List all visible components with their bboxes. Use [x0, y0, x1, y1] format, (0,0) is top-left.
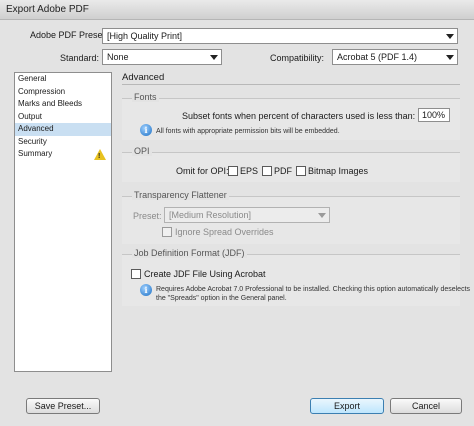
- sidebar-list: General Compression Marks and Bleeds Out…: [14, 72, 112, 372]
- info-icon: i: [140, 124, 152, 136]
- ignore-spread-overrides-checkbox[interactable]: [162, 227, 172, 237]
- opi-group-title: OPI: [132, 146, 152, 156]
- compatibility-dropdown[interactable]: Acrobat 5 (PDF 1.4): [332, 49, 458, 65]
- sidebar-item-advanced[interactable]: Advanced: [15, 123, 111, 136]
- sidebar-item-output[interactable]: Output: [15, 111, 111, 124]
- standard-label: Standard:: [60, 53, 100, 63]
- export-button[interactable]: Export: [310, 398, 384, 414]
- sidebar-item-label: Advanced: [18, 124, 54, 133]
- sidebar-item-label: General: [18, 74, 47, 83]
- create-jdf-label: Create JDF File Using Acrobat: [144, 269, 266, 279]
- warning-icon: !: [94, 149, 106, 160]
- ignore-spread-overrides-label: Ignore Spread Overrides: [175, 227, 274, 237]
- flattener-preset-label: Preset:: [133, 211, 162, 221]
- chevron-down-icon: [318, 213, 326, 218]
- eps-label: EPS: [240, 166, 259, 176]
- panel-title: Advanced: [122, 72, 165, 83]
- sidebar-item-label: Compression: [18, 86, 66, 96]
- bitmap-images-checkbox[interactable]: [296, 166, 306, 176]
- omit-opi-label: Omit for OPI:: [176, 166, 229, 176]
- panel-divider: [122, 84, 460, 85]
- flattener-preset-dropdown[interactable]: [Medium Resolution]: [164, 207, 330, 223]
- compatibility-value: Acrobat 5 (PDF 1.4): [337, 52, 418, 62]
- eps-checkbox[interactable]: [228, 166, 238, 176]
- subset-fonts-label: Subset fonts when percent of characters …: [182, 111, 416, 121]
- sidebar-item-marks-and-bleeds[interactable]: Marks and Bleeds: [15, 98, 111, 111]
- preset-label: Adobe PDF Preset:: [30, 30, 108, 40]
- subset-percent-input[interactable]: 100%: [418, 108, 450, 122]
- fonts-group-title: Fonts: [132, 92, 159, 102]
- jdf-info-line1: Requires Adobe Acrobat 7.0 Professional …: [156, 286, 471, 293]
- pdf-label: PDF: [274, 166, 292, 176]
- chevron-down-icon: [446, 55, 454, 60]
- sidebar-item-label: Marks and Bleeds: [18, 99, 83, 108]
- sidebar-item-security[interactable]: Security: [15, 136, 111, 149]
- standard-dropdown[interactable]: None: [102, 49, 222, 65]
- sidebar-item-label: Summary: [18, 149, 53, 158]
- flattener-group-title: Transparency Flattener: [132, 190, 229, 200]
- info-icon: i: [140, 284, 152, 296]
- fonts-info-text: All fonts with appropriate permission bi…: [156, 128, 340, 135]
- sidebar-item-label: Output: [18, 111, 43, 121]
- pdf-checkbox[interactable]: [262, 166, 272, 176]
- chevron-down-icon: [446, 34, 454, 39]
- standard-value: None: [107, 52, 129, 62]
- jdf-info-line2: the "Spreads" option in the General pane…: [156, 295, 287, 302]
- sidebar-item-summary[interactable]: Summary !: [15, 148, 111, 161]
- compatibility-label: Compatibility:: [270, 53, 325, 63]
- sidebar-item-general[interactable]: General: [15, 73, 111, 86]
- preset-dropdown[interactable]: [High Quality Print]: [102, 28, 458, 44]
- save-preset-button[interactable]: Save Preset...: [26, 398, 100, 414]
- flattener-preset-value: [Medium Resolution]: [169, 210, 252, 220]
- chevron-down-icon: [210, 55, 218, 60]
- bitmap-images-label: Bitmap Images: [308, 166, 369, 176]
- sidebar-item-compression[interactable]: Compression: [15, 86, 111, 99]
- preset-value: [High Quality Print]: [107, 31, 183, 41]
- window-title: Export Adobe PDF: [0, 0, 474, 20]
- cancel-button[interactable]: Cancel: [390, 398, 462, 414]
- jdf-group-title: Job Definition Format (JDF): [132, 248, 247, 258]
- sidebar-item-label: Security: [18, 136, 47, 146]
- create-jdf-checkbox[interactable]: [131, 269, 141, 279]
